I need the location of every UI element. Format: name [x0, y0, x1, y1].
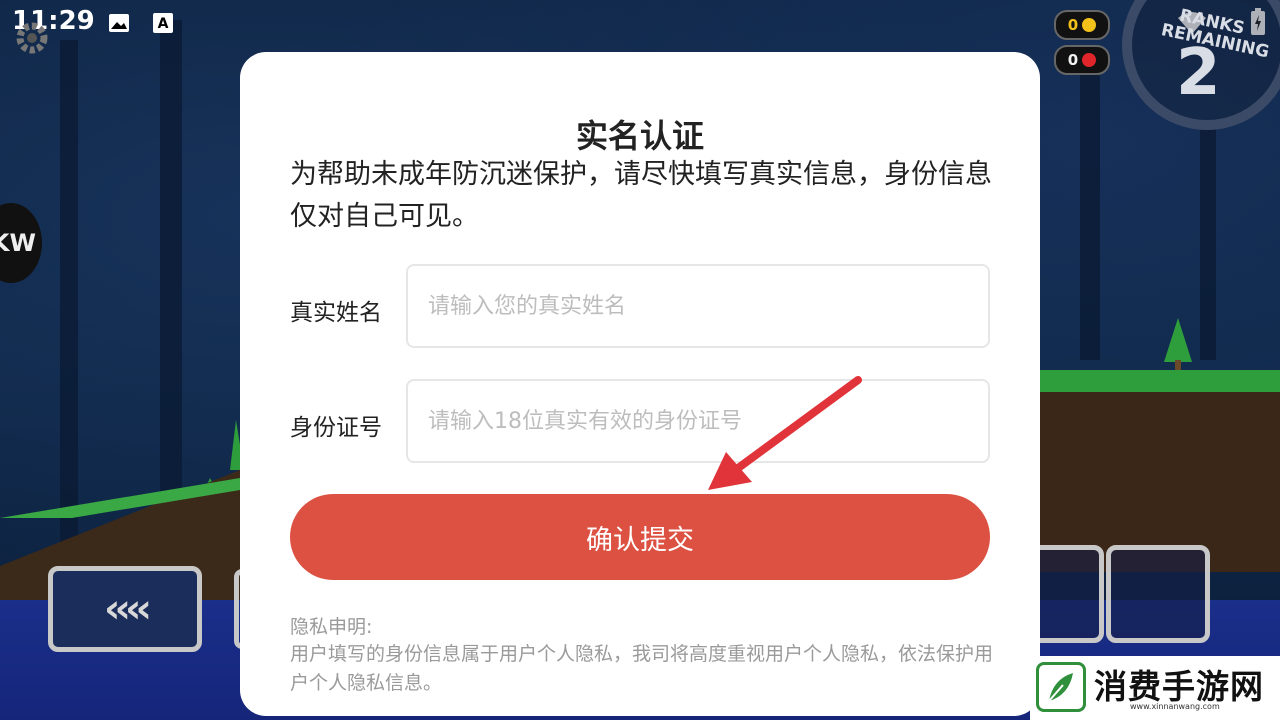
id-field-label: 身份证号 — [290, 415, 382, 441]
svg-text:A: A — [158, 16, 169, 32]
watermark-name: 消费手游网 — [1094, 667, 1264, 706]
real-name-input[interactable] — [406, 264, 990, 348]
rewind-button[interactable]: ‹‹‹‹ — [48, 566, 202, 652]
action-button-right[interactable] — [1106, 545, 1210, 643]
watermark-logo: 消费手游网 www.xinnanwang.com — [1030, 656, 1280, 720]
gear-icon[interactable] — [12, 18, 52, 58]
gold-coin-counter: 0 — [1054, 10, 1110, 40]
watermark-icon — [1036, 662, 1086, 712]
dialog-title: 实名认证 — [575, 117, 704, 155]
name-field-label: 真实姓名 — [290, 300, 382, 326]
ground-platform — [1040, 370, 1280, 572]
privacy-statement: 用户填写的身份信息属于用户个人隐私，我司将高度重视用户个人隐私，依法保护用户个人… — [290, 643, 994, 694]
red-coin-icon — [1082, 53, 1097, 67]
red-coin-counter: 0 — [1054, 45, 1110, 75]
real-name-verification-dialog: 实名认证 为帮助未成年防沉迷保护，请尽快填写真实信息，身份信息仅对自己可见。 真… — [240, 52, 1040, 716]
image-icon — [109, 14, 129, 32]
text-a-icon: A — [153, 13, 173, 33]
annotation-arrow-icon — [708, 376, 862, 490]
watermark-url: www.xinnanwang.com — [1130, 702, 1220, 711]
submit-button[interactable]: 确认提交 — [290, 494, 990, 580]
ranks-remaining-value: 2 — [1176, 36, 1221, 110]
leaf-icon — [1048, 673, 1073, 702]
red-coin-count: 0 — [1067, 51, 1079, 69]
dialog-description: 为帮助未成年防沉迷保护，请尽快填写真实信息，身份信息仅对自己可见。 — [290, 159, 992, 232]
gold-coin-count: 0 — [1067, 16, 1079, 34]
privacy-title: 隐私申明: — [290, 616, 373, 638]
gold-coin-icon — [1082, 18, 1097, 32]
